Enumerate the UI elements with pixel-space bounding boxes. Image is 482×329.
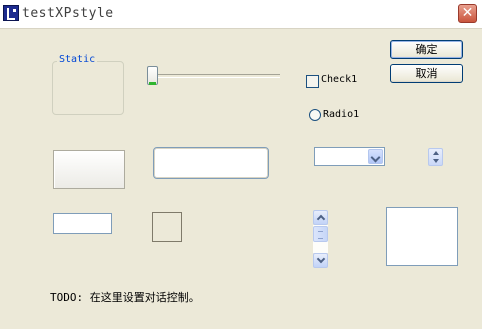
check1-label[interactable]: Check1 xyxy=(321,74,357,85)
radio1-button[interactable] xyxy=(309,109,321,121)
vertical-scrollbar[interactable] xyxy=(313,210,328,268)
todo-label: TODO: 在这里设置对话控制。 xyxy=(50,291,200,304)
picture-frame xyxy=(152,212,182,242)
ok-button[interactable]: 确定 xyxy=(390,40,463,59)
check1-checkbox[interactable] xyxy=(306,75,319,88)
chevron-down-icon[interactable] xyxy=(368,149,383,164)
title-bar[interactable]: testXPstyle ✕ xyxy=(0,0,482,29)
edit-field[interactable] xyxy=(53,213,112,234)
chevron-down-icon[interactable] xyxy=(433,159,439,163)
slider-thumb[interactable] xyxy=(147,66,158,85)
list-box[interactable] xyxy=(386,207,458,266)
raised-static-box xyxy=(53,150,125,189)
rich-edit-field[interactable] xyxy=(153,147,269,179)
slider-track[interactable] xyxy=(152,74,280,78)
cancel-button[interactable]: 取消 xyxy=(390,64,463,83)
close-icon: ✕ xyxy=(461,5,474,21)
spin-control[interactable] xyxy=(428,148,443,166)
close-button[interactable]: ✕ xyxy=(458,4,477,23)
groupbox-label: Static xyxy=(57,54,98,65)
dialog-window: testXPstyle ✕ Static 确定 取消 Check1 Radio1… xyxy=(0,0,482,329)
window-title: testXPstyle xyxy=(22,6,114,21)
chevron-up-icon[interactable] xyxy=(433,151,439,155)
radio1-label[interactable]: Radio1 xyxy=(323,109,359,120)
scroll-up-icon[interactable] xyxy=(313,210,328,225)
scroll-down-icon[interactable] xyxy=(313,253,328,268)
static-groupbox xyxy=(52,61,124,115)
scrollbar-thumb[interactable] xyxy=(313,226,328,242)
app-icon xyxy=(3,5,19,21)
combo-box[interactable] xyxy=(314,147,385,166)
